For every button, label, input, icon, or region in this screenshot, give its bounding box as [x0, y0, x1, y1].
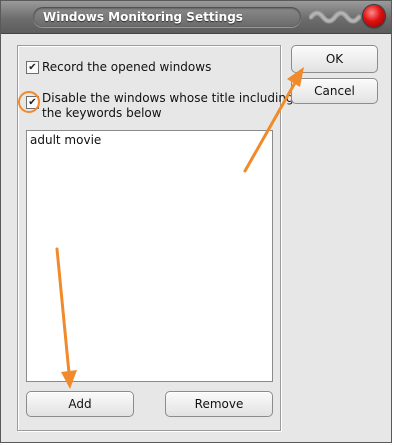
- disable-windows-option[interactable]: ✔ Disable the windows whose title includ…: [26, 91, 294, 121]
- record-windows-option[interactable]: ✔ Record the opened windows: [26, 60, 211, 75]
- list-item[interactable]: adult movie: [30, 133, 101, 147]
- cancel-button[interactable]: Cancel: [291, 78, 378, 104]
- remove-button[interactable]: Remove: [165, 391, 273, 417]
- record-windows-checkbox[interactable]: ✔: [26, 61, 39, 74]
- settings-dialog: Windows Monitoring Settings ✔ Record the…: [0, 0, 392, 443]
- keywords-list[interactable]: adult movie: [26, 130, 273, 382]
- disable-windows-label: Disable the windows whose title includin…: [42, 91, 294, 121]
- close-button[interactable]: [363, 5, 385, 27]
- ok-button[interactable]: OK: [291, 45, 378, 73]
- window-title: Windows Monitoring Settings: [33, 7, 301, 27]
- checkmark-icon: ✔: [28, 61, 37, 73]
- disable-windows-label-line1: Disable the windows whose title includin…: [42, 91, 294, 105]
- record-windows-label: Record the opened windows: [42, 60, 212, 74]
- disable-windows-label-line2: the keywords below: [42, 106, 162, 120]
- add-button[interactable]: Add: [26, 391, 134, 417]
- title-bar: Windows Monitoring Settings: [1, 1, 391, 34]
- highlight-circle: [18, 91, 40, 113]
- title-decoration-icon: [309, 10, 361, 24]
